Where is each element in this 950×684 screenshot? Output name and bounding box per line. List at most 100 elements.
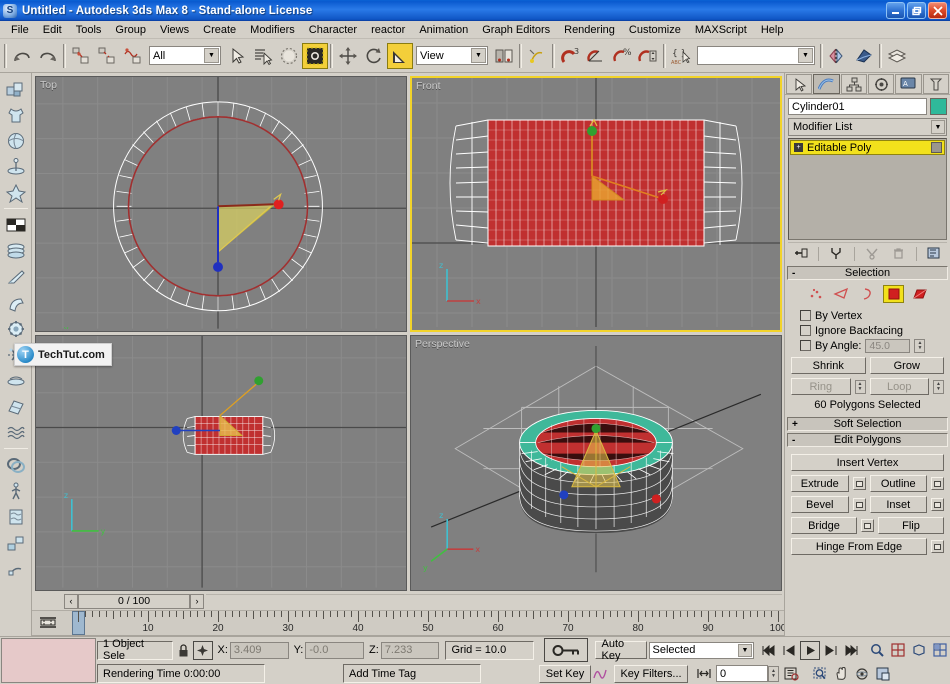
select-and-move-icon[interactable] (335, 42, 361, 69)
ignore-backfacing-row[interactable]: Ignore Backfacing (791, 323, 944, 338)
bevel-button[interactable]: Bevel (791, 496, 849, 513)
misc-modifier-icon[interactable] (3, 556, 29, 581)
ignore-backfacing-checkbox[interactable] (800, 325, 811, 336)
create-tab[interactable] (786, 74, 813, 94)
outline-button[interactable]: Outline (869, 475, 927, 492)
key-mode-toggle-small-icon[interactable] (694, 664, 714, 683)
by-angle-row[interactable]: By Angle: 45.0 ▲ ▼ (791, 338, 944, 353)
reference-coordinate-combo[interactable]: View ▼ (416, 46, 488, 65)
named-selection-sets-icon[interactable]: { } ABC (668, 42, 694, 69)
select-and-rotate-icon[interactable] (361, 42, 387, 69)
torus-knot-icon[interactable] (3, 452, 29, 477)
bind-to-space-warp-icon[interactable] (120, 42, 146, 69)
inset-button[interactable]: Inset (869, 496, 927, 513)
undo-icon[interactable] (9, 42, 35, 69)
viewport-perspective[interactable]: Perspective z x y (410, 335, 782, 591)
sphere-icon[interactable] (3, 128, 29, 153)
display-tab[interactable]: A (895, 74, 922, 94)
object-color-swatch[interactable] (930, 98, 947, 115)
utilities-tab[interactable] (922, 74, 949, 94)
current-frame-field[interactable]: 0 (716, 665, 768, 682)
current-frame-spinner[interactable]: ▲ ▼ (768, 665, 779, 682)
menu-item-animation[interactable]: Animation (412, 23, 475, 37)
gear-icon[interactable] (3, 316, 29, 341)
chevron-down-icon[interactable]: ▼ (931, 120, 945, 134)
mini-listener[interactable] (1, 638, 96, 683)
expand-icon[interactable]: + (794, 143, 803, 152)
by-vertex-row[interactable]: By Vertex (791, 308, 944, 323)
viewport-front[interactable]: Front z x (410, 76, 782, 332)
menu-item-tools[interactable]: Tools (69, 23, 109, 37)
vertex-sub-object-icon[interactable] (805, 285, 826, 303)
ripple-icon[interactable] (3, 420, 29, 445)
grow-button[interactable]: Grow (869, 357, 944, 374)
x-coordinate-field[interactable]: 3.409 (229, 641, 289, 659)
align-icon[interactable] (851, 42, 877, 69)
redo-icon[interactable] (35, 42, 61, 69)
mirror-icon[interactable] (825, 42, 851, 69)
percent-snap-toggle-icon[interactable]: % (609, 42, 635, 69)
bevel-settings-button[interactable] (852, 498, 866, 511)
object-name-field[interactable]: Cylinder01 (788, 98, 927, 115)
modifier-list-dropdown[interactable]: Modifier List ▼ (788, 118, 947, 136)
hinge-from-edge-settings-button[interactable] (931, 540, 944, 553)
menu-item-file[interactable]: File (4, 23, 36, 37)
lock-icon[interactable] (173, 641, 193, 660)
modifier-stack[interactable]: + Editable Poly (788, 138, 947, 240)
edge-sub-object-icon[interactable] (831, 285, 852, 303)
pan-icon[interactable] (831, 664, 851, 683)
rollout-header-soft-selection[interactable]: + Soft Selection (787, 417, 948, 431)
go-to-start-icon[interactable] (758, 641, 778, 660)
bridge-settings-button[interactable] (861, 519, 874, 532)
zoom-all-icon[interactable] (888, 641, 908, 660)
time-configuration-icon[interactable] (781, 664, 801, 683)
menu-item-rendering[interactable]: Rendering (557, 23, 622, 37)
show-end-result-icon[interactable] (828, 245, 846, 263)
timeline-prev-button[interactable]: ‹ (64, 593, 78, 609)
key-filter-target-dropdown[interactable]: Selected ▼ (648, 641, 754, 659)
time-ruler[interactable]: 10 20 30 40 50 60 70 80 90 100 (64, 611, 784, 635)
menu-item-customize[interactable]: Customize (622, 23, 688, 37)
maximize-button[interactable] (907, 2, 926, 19)
spinner-snap-toggle-icon[interactable] (635, 42, 661, 69)
geometry-icon[interactable] (3, 76, 29, 101)
angle-snap-toggle-icon[interactable] (583, 42, 609, 69)
open-track-bar-icon[interactable] (32, 611, 64, 635)
motion-tab[interactable] (867, 74, 895, 94)
absolute-relative-mode-icon[interactable] (192, 640, 213, 660)
make-unique-icon[interactable] (863, 245, 881, 263)
uvw-map-icon[interactable] (3, 530, 29, 555)
rectangular-selection-region-icon[interactable] (276, 42, 302, 69)
unlink-selection-icon[interactable] (94, 42, 120, 69)
y-coordinate-field[interactable]: -0.0 (305, 641, 365, 659)
loop-spinner[interactable]: ▲ ▼ (933, 379, 944, 394)
ring-spinner[interactable]: ▲ ▼ (854, 379, 866, 394)
taper-icon[interactable] (3, 264, 29, 289)
auto-key-button[interactable]: Auto Key (595, 638, 647, 662)
select-by-name-icon[interactable] (250, 42, 276, 69)
skin-icon[interactable] (3, 180, 29, 205)
outline-settings-button[interactable] (931, 477, 944, 490)
next-frame-icon[interactable] (821, 641, 841, 660)
rollout-toggle-icon[interactable]: - (792, 435, 795, 446)
menu-item-reactor[interactable]: reactor (364, 23, 412, 37)
region-zoom-icon[interactable] (810, 664, 830, 683)
mirror-selected-objects-icon[interactable] (524, 42, 550, 69)
layer-manager-icon[interactable] (884, 42, 910, 69)
previous-frame-icon[interactable] (779, 641, 799, 660)
shrink-button[interactable]: Shrink (791, 357, 866, 374)
rollout-header-selection[interactable]: - Selection (787, 266, 948, 280)
cloth-icon[interactable] (3, 102, 29, 127)
window-crossing-toggle-icon[interactable] (302, 42, 328, 69)
by-vertex-checkbox[interactable] (800, 310, 811, 321)
by-angle-checkbox[interactable] (800, 340, 811, 351)
zoom-extents-icon[interactable] (909, 641, 929, 660)
key-filter-curve-icon[interactable] (591, 664, 611, 683)
extrude-settings-button[interactable] (852, 477, 866, 490)
menu-item-help[interactable]: Help (754, 23, 791, 37)
stretch-icon[interactable] (3, 368, 29, 393)
play-animation-icon[interactable] (800, 640, 820, 660)
use-pivot-point-center-icon[interactable] (491, 42, 517, 69)
select-and-link-icon[interactable] (68, 42, 94, 69)
minimize-button[interactable] (886, 2, 905, 19)
